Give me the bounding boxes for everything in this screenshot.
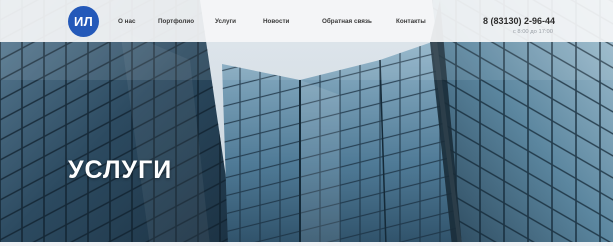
site-header: ИЛ О нас Портфолио Услуги Новости Обратн… (0, 0, 613, 42)
logo[interactable]: ИЛ (68, 6, 99, 37)
logo-text: ИЛ (73, 14, 94, 29)
nav-portfolio[interactable]: Портфолио (158, 18, 194, 25)
working-hours: с 8:00 до 17:00 (512, 29, 553, 35)
nav-feedback[interactable]: Обратная связь (322, 18, 372, 25)
bottom-divider (0, 242, 613, 246)
nav-services[interactable]: Услуги (215, 18, 236, 25)
phone-number[interactable]: 8 (83130) 2-96-44 (483, 16, 555, 26)
nav-contacts[interactable]: Контакты (396, 18, 426, 25)
nav-about[interactable]: О нас (118, 18, 135, 25)
page: ИЛ О нас Портфолио Услуги Новости Обратн… (0, 0, 613, 246)
page-title: УСЛУГИ (68, 156, 173, 184)
nav-news[interactable]: Новости (263, 18, 289, 25)
